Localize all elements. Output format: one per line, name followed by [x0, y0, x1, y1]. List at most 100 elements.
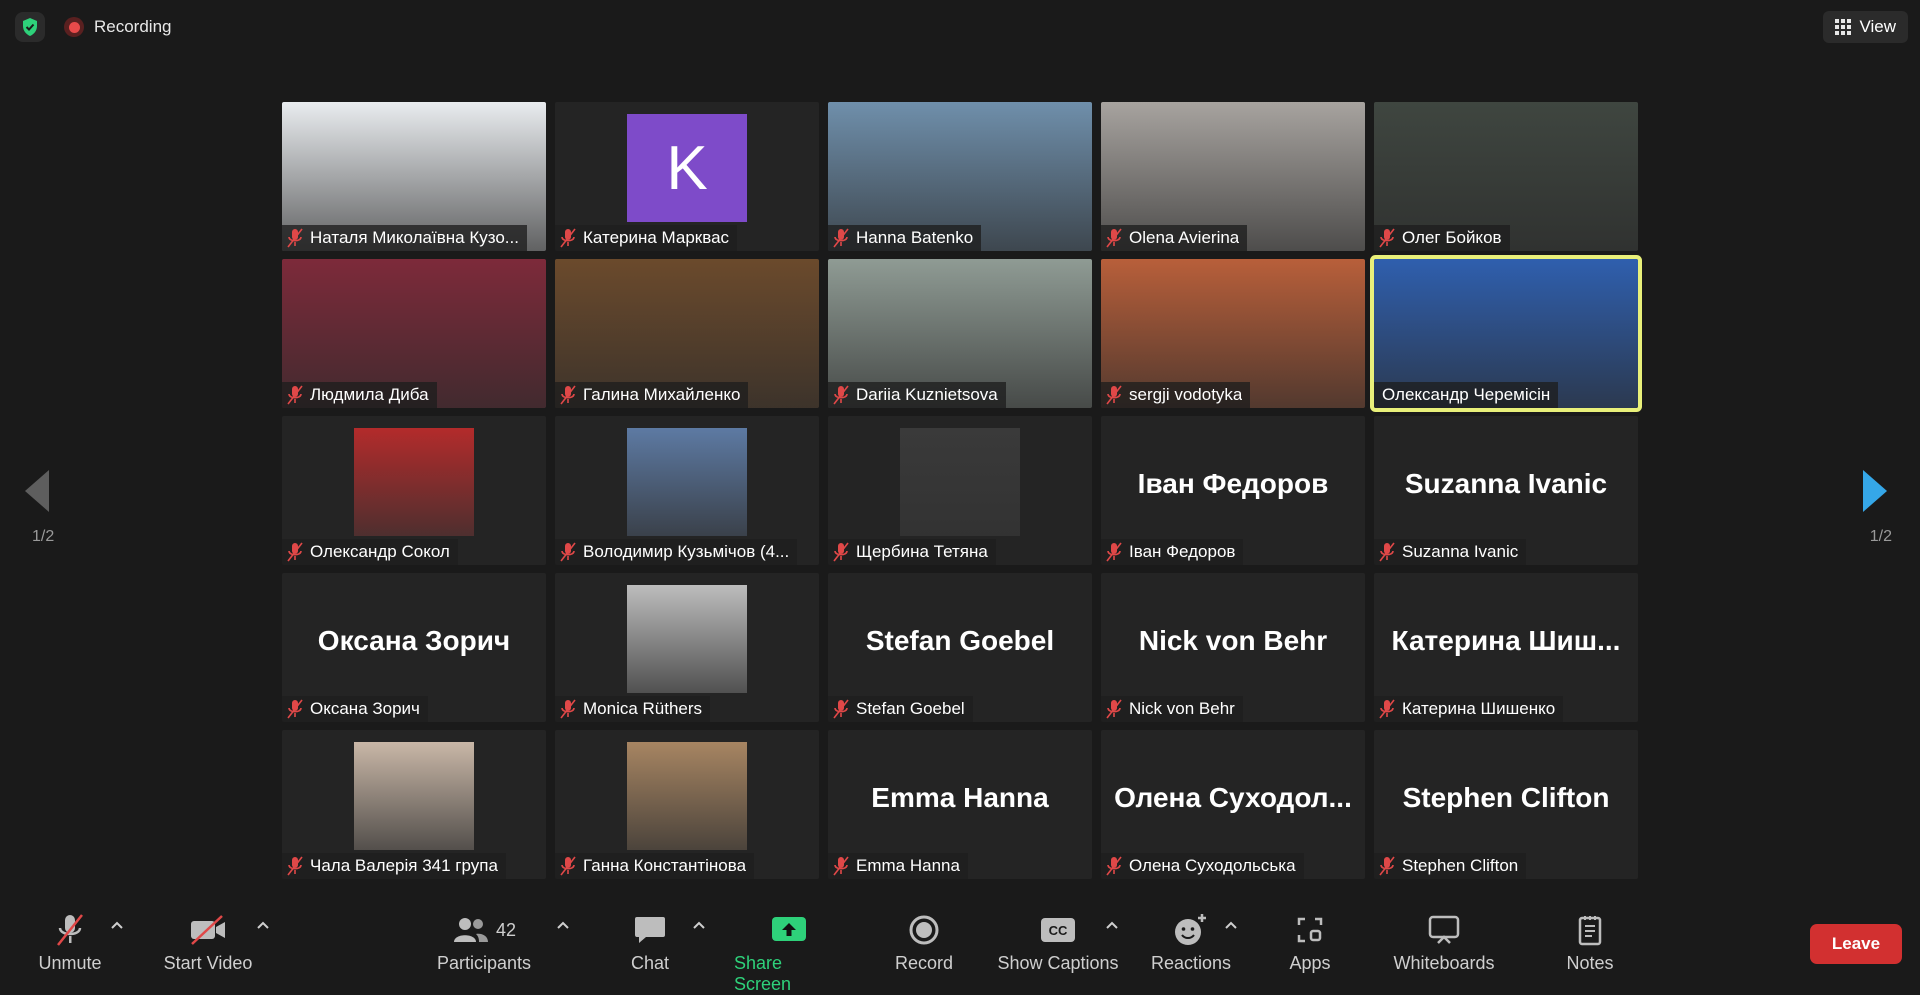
- participant-tile[interactable]: Олег Бойков: [1374, 102, 1638, 251]
- participant-name: Emma Hanna: [856, 856, 960, 875]
- leave-button[interactable]: Leave: [1810, 924, 1902, 964]
- participant-name-label: Dariia Kuznietsova: [828, 382, 1006, 408]
- participant-tile[interactable]: Щербина Тетяна: [828, 416, 1092, 565]
- participant-avatar: [900, 428, 1020, 536]
- participant-display-name: Stefan Goebel: [865, 625, 1055, 656]
- security-shield-icon[interactable]: [15, 12, 45, 42]
- participant-tile[interactable]: Nick von Behr Nick von Behr: [1101, 573, 1365, 722]
- reactions-button[interactable]: Reactions: [1150, 912, 1232, 974]
- participant-tile[interactable]: Suzanna Ivanic Suzanna Ivanic: [1374, 416, 1638, 565]
- participant-tile[interactable]: Чала Валерія 341 група: [282, 730, 546, 879]
- participant-tile[interactable]: Катерина Шиш... Катерина Шишенко: [1374, 573, 1638, 722]
- unmute-label: Unmute: [38, 953, 102, 973]
- record-label: Record: [894, 953, 954, 973]
- whiteboards-label: Whiteboards: [1393, 953, 1495, 973]
- participant-tile[interactable]: Галина Михайленко: [555, 259, 819, 408]
- participant-avatar: [627, 428, 747, 536]
- participant-name-label: Олександр Сокол: [282, 539, 458, 565]
- participant-name-label: Наталя Миколаївна Кузо...: [282, 225, 527, 251]
- chat-bubble-icon: [633, 912, 667, 948]
- closed-captions-icon: CC: [1039, 912, 1077, 948]
- participant-tile[interactable]: Наталя Миколаївна Кузо...: [282, 102, 546, 251]
- participant-display-name: Оксана Зорич: [317, 625, 511, 656]
- participant-name-label: Катерина Шишенко: [1374, 696, 1564, 722]
- muted-mic-icon: [1105, 542, 1123, 562]
- participant-tile[interactable]: Олександр Сокол: [282, 416, 546, 565]
- muted-mic-icon: [286, 699, 304, 719]
- participant-tile[interactable]: Олександр Черемісін: [1374, 259, 1638, 408]
- apps-button[interactable]: Apps: [1284, 912, 1336, 974]
- participants-options-chevron-icon[interactable]: [556, 920, 570, 930]
- previous-page-arrow-icon[interactable]: [22, 468, 62, 514]
- participants-count: 42: [495, 919, 517, 940]
- participant-tile[interactable]: Hanna Batenko: [828, 102, 1092, 251]
- audio-options-chevron-icon[interactable]: [110, 920, 124, 930]
- start-video-button[interactable]: Start Video: [158, 912, 258, 974]
- participants-label: Participants: [436, 953, 532, 973]
- chat-button[interactable]: Chat: [620, 912, 680, 974]
- video-options-chevron-icon[interactable]: [256, 920, 270, 930]
- participant-name-label: Hanna Batenko: [828, 225, 982, 251]
- meeting-toolbar: Unmute Start Video 42 Participants Chat …: [0, 900, 1920, 994]
- participant-display-name: Nick von Behr: [1138, 625, 1328, 656]
- participant-name-label: Олена Суходольська: [1101, 853, 1304, 879]
- chat-options-chevron-icon[interactable]: [692, 920, 706, 930]
- participant-tile[interactable]: Stefan Goebel Stefan Goebel: [828, 573, 1092, 722]
- participant-tile[interactable]: Olena Avierina: [1101, 102, 1365, 251]
- captions-options-chevron-icon[interactable]: [1105, 920, 1119, 930]
- share-screen-arrow-icon: [770, 912, 808, 948]
- participant-name-label: Suzanna Ivanic: [1374, 539, 1527, 565]
- participant-tile[interactable]: Оксана Зорич Оксана Зорич: [282, 573, 546, 722]
- participant-tile[interactable]: Emma Hanna Emma Hanna: [828, 730, 1092, 879]
- participant-name: Щербина Тетяна: [856, 542, 988, 561]
- unmute-button[interactable]: Unmute: [30, 912, 110, 974]
- participant-name-label: Щербина Тетяна: [828, 539, 996, 565]
- participant-tile[interactable]: Dariia Kuznietsova: [828, 259, 1092, 408]
- next-page-arrow-icon[interactable]: [1860, 468, 1900, 514]
- participant-display-name: Suzanna Ivanic: [1404, 468, 1608, 499]
- notes-button[interactable]: Notes: [1562, 912, 1618, 974]
- participant-name-label: Олег Бойков: [1374, 225, 1510, 251]
- participant-tile[interactable]: K Катерина Марквас: [555, 102, 819, 251]
- muted-mic-icon: [832, 542, 850, 562]
- apps-label: Apps: [1289, 953, 1331, 973]
- muted-mic-icon: [559, 699, 577, 719]
- recording-indicator[interactable]: Recording: [64, 12, 172, 42]
- participant-name-label: Оксана Зорич: [282, 696, 428, 722]
- reactions-options-chevron-icon[interactable]: [1224, 920, 1238, 930]
- participant-avatar: [354, 428, 474, 536]
- participant-tile[interactable]: Олена Суходол... Олена Суходольська: [1101, 730, 1365, 879]
- participant-name-label: Людмила Диба: [282, 382, 437, 408]
- participant-name: Олег Бойков: [1402, 228, 1502, 247]
- participant-tile[interactable]: Stephen Clifton Stephen Clifton: [1374, 730, 1638, 879]
- muted-mic-icon: [559, 856, 577, 876]
- participant-name: Іван Федоров: [1129, 542, 1236, 561]
- participants-button[interactable]: 42 Participants: [434, 912, 534, 974]
- participant-name: Olena Avierina: [1129, 228, 1240, 247]
- participant-tile[interactable]: Ганна Константінова: [555, 730, 819, 879]
- muted-mic-icon: [286, 228, 304, 248]
- record-button[interactable]: Record: [884, 912, 964, 974]
- participant-name-label: Olena Avierina: [1101, 225, 1248, 251]
- participant-display-name: Олена Суходол...: [1114, 782, 1352, 813]
- participant-tile[interactable]: Іван Федоров Іван Федоров: [1101, 416, 1365, 565]
- participant-name-label: Володимир Кузьмічов (4...: [555, 539, 798, 565]
- participants-icon: [453, 918, 488, 942]
- muted-microphone-icon: [53, 912, 87, 948]
- chat-label: Chat: [630, 953, 670, 973]
- participant-tile[interactable]: Людмила Диба: [282, 259, 546, 408]
- participant-tile[interactable]: Володимир Кузьмічов (4...: [555, 416, 819, 565]
- show-captions-button[interactable]: CC Show Captions: [996, 912, 1120, 974]
- recording-dot-icon: [64, 17, 84, 37]
- participant-name-label: Monica Rüthers: [555, 696, 711, 722]
- participant-name: Ганна Константінова: [583, 856, 747, 875]
- participant-initial-avatar: K: [627, 114, 747, 222]
- participant-name-label: Stephen Clifton: [1374, 853, 1527, 879]
- top-bar: Recording View: [0, 0, 1920, 56]
- participant-tile[interactable]: Monica Rüthers: [555, 573, 819, 722]
- participant-tile[interactable]: sergji vodotyka: [1101, 259, 1365, 408]
- share-screen-button[interactable]: Share Screen: [734, 912, 844, 995]
- view-button[interactable]: View: [1823, 11, 1908, 43]
- muted-mic-icon: [286, 385, 304, 405]
- whiteboards-button[interactable]: Whiteboards: [1388, 912, 1500, 974]
